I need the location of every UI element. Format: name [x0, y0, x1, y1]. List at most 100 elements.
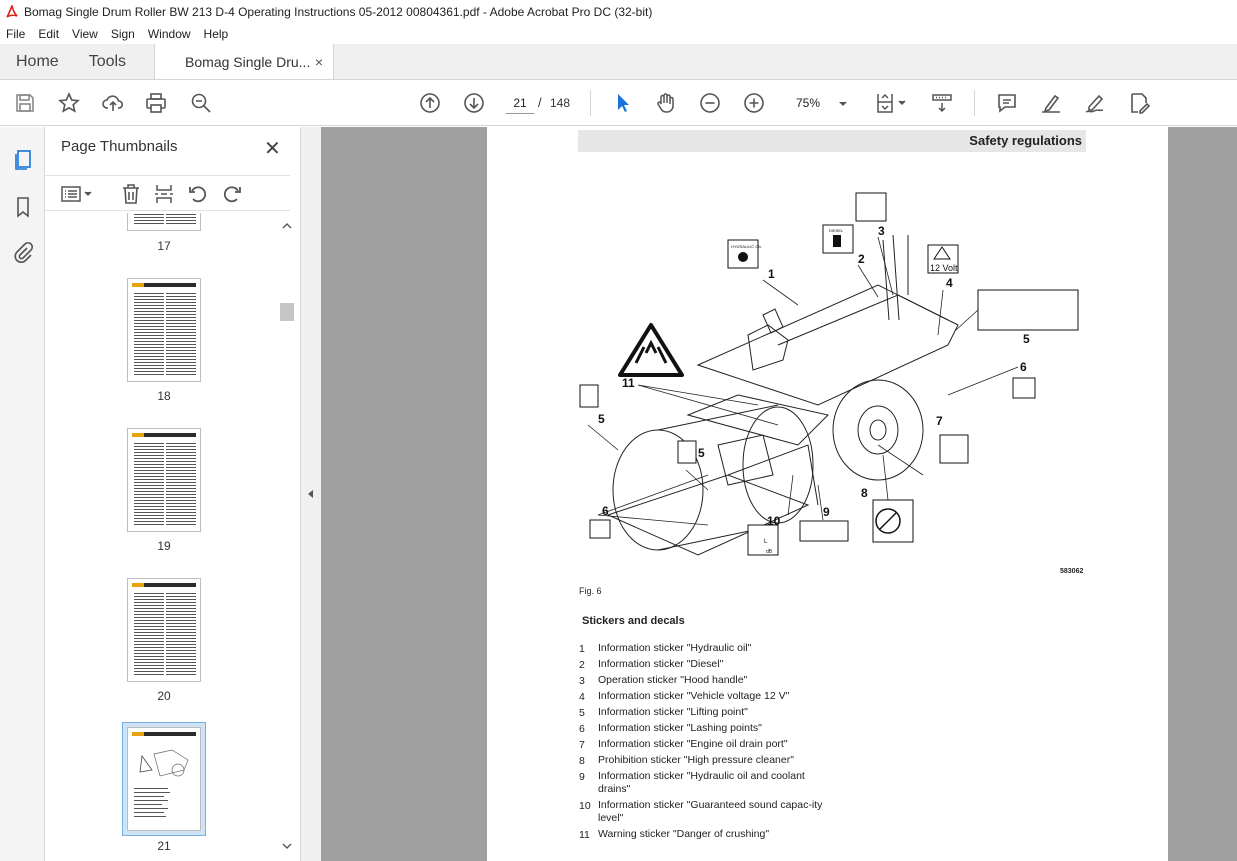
list-item: 11 Warning sticker "Danger of crushing" — [579, 828, 770, 841]
list-item: 7 Information sticker "Engine oil drain p… — [579, 738, 788, 751]
page-number-input[interactable] — [505, 92, 535, 114]
upload-icon[interactable] — [101, 91, 125, 115]
toolbar-divider — [590, 90, 591, 116]
crush-warning-sign — [618, 323, 684, 377]
rotate-left-icon[interactable] — [186, 182, 210, 206]
scroll-up-icon[interactable] — [280, 221, 294, 231]
window-title: Bomag Single Drum Roller BW 213 D-4 Oper… — [24, 5, 653, 19]
select-cursor-icon[interactable] — [611, 91, 635, 115]
thumbnail-label: 17 — [157, 239, 171, 253]
page-header: Safety regulations — [578, 130, 1086, 152]
thumbnail-label: 20 — [157, 689, 171, 703]
tab-home[interactable]: Home — [0, 44, 73, 79]
thumbnail-scrollbar[interactable] — [280, 213, 294, 857]
menu-file[interactable]: File — [6, 27, 25, 41]
acrobat-icon — [6, 5, 18, 19]
document-view[interactable]: Safety regulations HYDRAULIC OIL DIESEL … — [321, 127, 1237, 861]
list-item: 4 Information sticker "Vehicle voltage 12… — [579, 690, 790, 703]
figure-caption: Fig. 6 — [579, 586, 602, 596]
menu-window[interactable]: Window — [148, 27, 191, 41]
chevron-down-icon — [838, 96, 848, 110]
highlight-icon[interactable] — [1039, 91, 1063, 115]
figure-label-8: 8 — [861, 486, 868, 500]
figure-label-5-center: 5 — [698, 446, 705, 460]
zoom-select[interactable]: 75% — [786, 92, 852, 114]
page-total: 148 — [550, 96, 571, 110]
page-thumbnails-icon[interactable] — [11, 148, 35, 172]
menu-view[interactable]: View — [72, 27, 98, 41]
zoom-in-icon[interactable] — [742, 91, 766, 115]
sticker-list: 1 Information sticker "Hydraulic oil" 2 In… — [579, 641, 829, 843]
attachments-icon[interactable] — [11, 240, 35, 264]
pdf-page: Safety regulations HYDRAULIC OIL DIESEL … — [487, 127, 1168, 861]
thumbnail-figure — [134, 749, 189, 817]
hand-icon[interactable] — [654, 91, 678, 115]
title-bar: Bomag Single Drum Roller BW 213 D-4 Oper… — [0, 0, 1237, 24]
list-item: 2 Information sticker "Diesel" — [579, 658, 724, 671]
zoom-out-icon[interactable] — [698, 91, 722, 115]
options-menu-icon[interactable] — [59, 182, 95, 206]
zoom-value: 75% — [796, 96, 821, 110]
page-separator: / — [538, 95, 542, 110]
scrollbar-thumb[interactable] — [280, 303, 294, 321]
page-up-icon[interactable] — [418, 91, 442, 115]
thumbnail-tools — [45, 175, 290, 211]
figure-label-7: 7 — [936, 414, 943, 428]
thumbnail-label: 19 — [157, 539, 171, 553]
collapse-panel-icon[interactable] — [307, 489, 315, 499]
toolbar-divider — [974, 90, 975, 116]
list-item: 9 Information sticker "Hydraulic oil and … — [579, 770, 805, 795]
thumbnail-page-17[interactable] — [127, 213, 201, 231]
thumbnail-page-19[interactable] — [127, 428, 201, 532]
voltage-sticker-text: 12 Volt — [930, 263, 958, 273]
print-icon[interactable] — [144, 91, 168, 115]
sign-icon[interactable] — [1083, 91, 1107, 115]
menu-bar: File Edit View Sign Window Help — [0, 24, 1237, 44]
delete-icon[interactable] — [119, 182, 143, 206]
hydraulic-sticker-text: HYDRAULIC OIL — [731, 244, 762, 249]
figure-label-3: 3 — [878, 224, 885, 238]
bookmark-star-icon[interactable] — [57, 91, 81, 115]
figure-label-4: 4 — [946, 276, 953, 290]
page-down-icon[interactable] — [462, 91, 486, 115]
scroll-mode-icon[interactable] — [930, 91, 954, 115]
save-icon[interactable] — [13, 91, 37, 115]
figure-label-6-left: 6 — [602, 504, 609, 518]
scroll-down-icon[interactable] — [280, 841, 294, 851]
thumbnail-page-21[interactable] — [127, 727, 201, 831]
tab-document-label: Bomag Single Dru... — [185, 53, 311, 70]
thumbnail-page-20[interactable] — [127, 578, 201, 682]
list-item: 5 Information sticker "Lifting point" — [579, 706, 748, 719]
figure-label-2: 2 — [858, 252, 865, 266]
panel-title: Page Thumbnails — [61, 138, 178, 155]
menu-sign[interactable]: Sign — [111, 27, 135, 41]
list-title: Stickers and decals — [582, 615, 685, 627]
list-item: 8 Prohibition sticker "High pressure clea… — [579, 754, 794, 767]
thumbnail-list: 17 18 19 20 21 — [45, 213, 280, 857]
find-icon[interactable] — [189, 91, 213, 115]
list-item: 10 Information sticker "Guaranteed sound … — [579, 799, 823, 824]
edit-pdf-icon[interactable] — [1127, 91, 1151, 115]
menu-edit[interactable]: Edit — [38, 27, 59, 41]
thumbnail-page-18[interactable] — [127, 278, 201, 382]
left-rail — [0, 127, 45, 861]
rotate-right-icon[interactable] — [220, 182, 244, 206]
tab-document[interactable]: Bomag Single Dru... × — [154, 44, 335, 79]
panel-splitter[interactable] — [300, 127, 321, 861]
figure-label-9: 9 — [823, 505, 830, 519]
thumbnail-label: 21 — [157, 839, 171, 853]
tab-close-button[interactable]: × — [315, 54, 323, 70]
db-sticker-text: dB — [766, 549, 773, 555]
figure-label-6-right: 6 — [1020, 360, 1027, 374]
tab-tools[interactable]: Tools — [73, 44, 140, 79]
page-fit-icon[interactable] — [874, 91, 910, 115]
roller-figure: HYDRAULIC OIL DIESEL 12 Volt L dB 1 2 3 … — [579, 192, 1079, 556]
panel-close-button[interactable]: ✕ — [264, 136, 281, 161]
figure-label-10: 10 — [767, 514, 781, 528]
comment-icon[interactable] — [995, 91, 1019, 115]
extract-pages-icon[interactable] — [152, 182, 176, 206]
bookmarks-icon[interactable] — [11, 195, 35, 219]
tab-bar: Home Tools Bomag Single Dru... × — [0, 44, 1237, 80]
thumbnail-label: 18 — [157, 389, 171, 403]
menu-help[interactable]: Help — [204, 27, 229, 41]
